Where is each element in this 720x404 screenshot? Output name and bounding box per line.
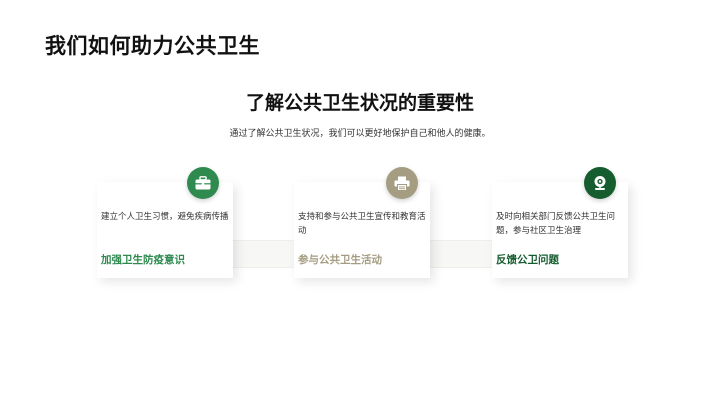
slide-title: 我们如何助力公共卫生 xyxy=(45,34,260,58)
printer-icon xyxy=(394,176,410,191)
connector-bar xyxy=(430,240,492,268)
card-description: 建立个人卫生习惯，避免疾病传播 xyxy=(101,212,229,222)
section-heading: 了解公共卫生状况的重要性 xyxy=(245,92,474,114)
card-hygiene-awareness: 建立个人卫生习惯，避免疾病传播 加强卫生防疫意识 xyxy=(97,182,233,278)
webcam-icon xyxy=(594,176,606,190)
card-description: 及时向相关部门反馈公共卫生问题，参与社区卫生治理 xyxy=(496,212,616,236)
section-subtitle: 通过了解公共卫生状况，我们可以更好地保护自己和他人的健康。 xyxy=(229,129,491,139)
icon-badge xyxy=(584,167,616,199)
connector-bar xyxy=(233,240,294,268)
briefcase-icon xyxy=(195,176,211,190)
card-label: 加强卫生防疫意识 xyxy=(101,254,185,266)
slide: 我们如何助力公共卫生 了解公共卫生状况的重要性 通过了解公共卫生状况，我们可以更… xyxy=(0,0,720,404)
icon-badge xyxy=(386,167,418,199)
card-description: 支持和参与公共卫生宣传和教育活动 xyxy=(298,212,426,236)
icon-badge xyxy=(187,167,219,199)
card-label: 反馈公卫问题 xyxy=(496,254,559,266)
card-label: 参与公共卫生活动 xyxy=(298,254,382,266)
